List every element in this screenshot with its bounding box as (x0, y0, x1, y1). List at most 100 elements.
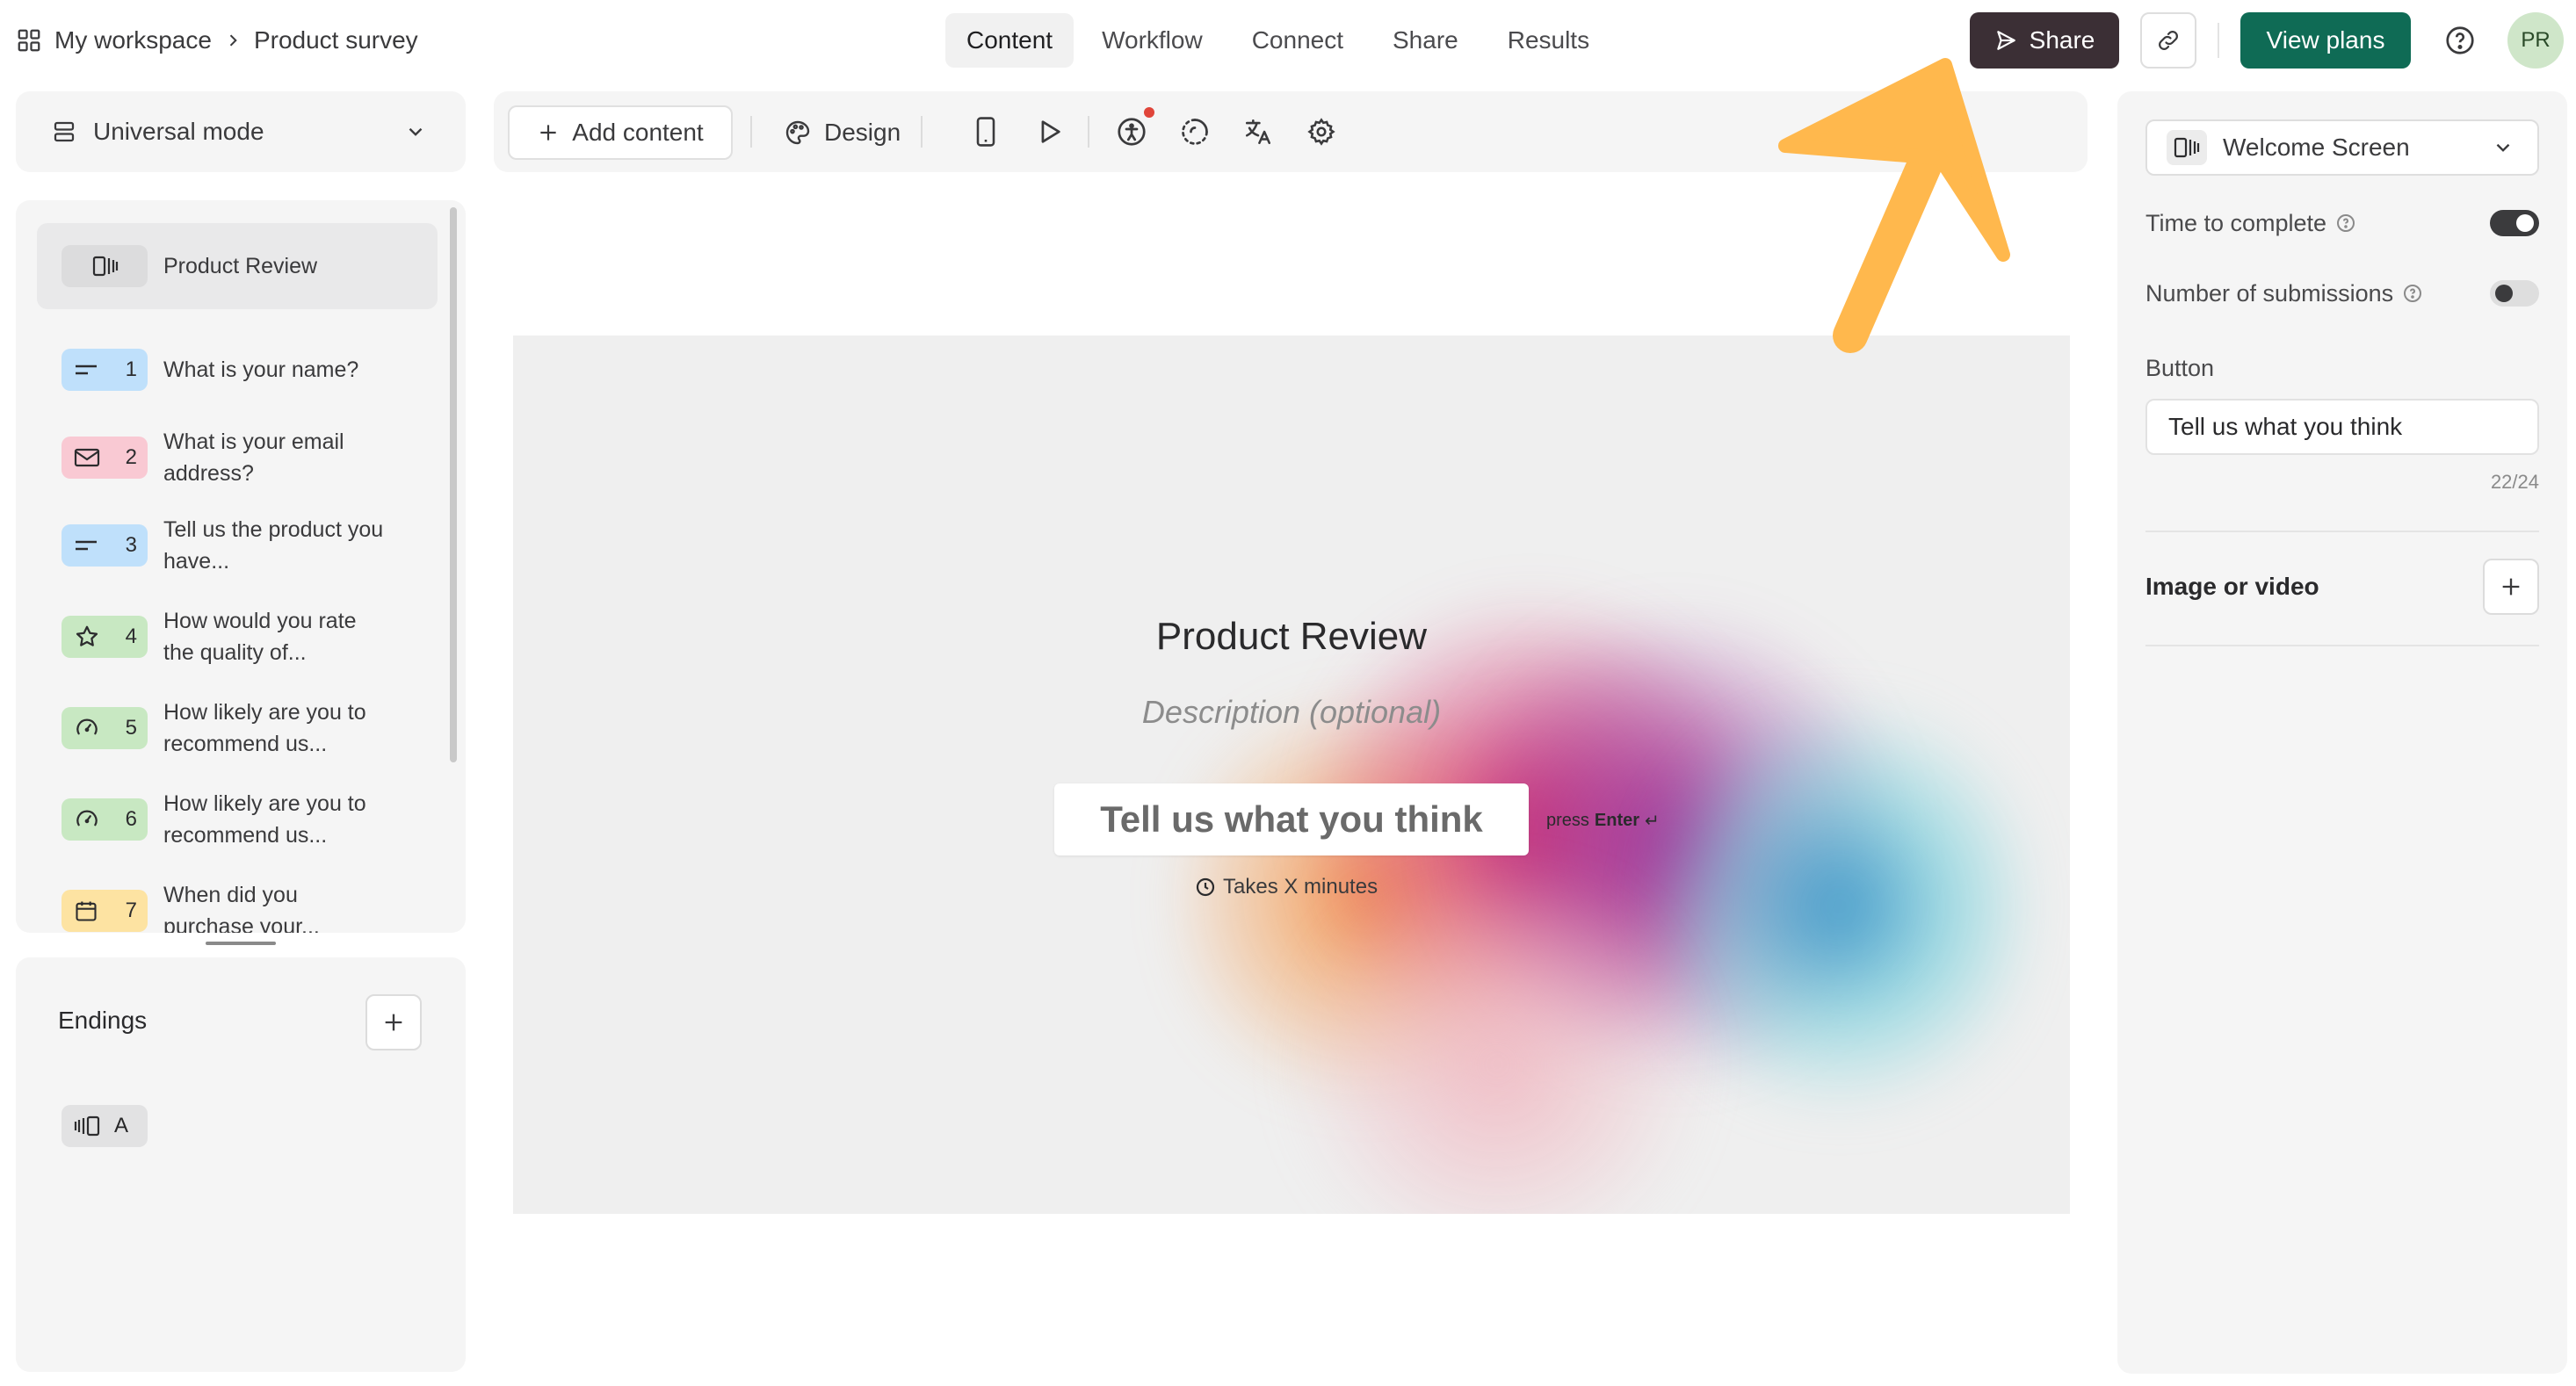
welcome-title[interactable]: Product Review (513, 615, 2070, 659)
tab-workflow[interactable]: Workflow (1081, 13, 1224, 68)
ending-label: A (113, 1114, 128, 1137)
question-badge: 3 (62, 524, 148, 567)
tab-connect[interactable]: Connect (1231, 13, 1364, 68)
question-list: Product Review 1 What is your name? 2 Wh… (16, 200, 466, 933)
add-media-button[interactable] (2483, 559, 2539, 615)
screen-type-label: Welcome Screen (2223, 134, 2410, 161)
form-preview-canvas[interactable]: Product Review Description (optional) Te… (513, 336, 2070, 1214)
tab-content[interactable]: Content (945, 13, 1075, 68)
question-text: When did you purchase your... (163, 883, 320, 933)
apps-grid-icon[interactable] (16, 27, 42, 54)
question-text: Tell us the product you have... (163, 517, 384, 574)
screen-type-select[interactable]: Welcome Screen (2145, 119, 2539, 176)
submissions-toggle[interactable] (2490, 280, 2539, 307)
button-field-label: Button (2145, 355, 2215, 381)
calendar-icon (74, 899, 98, 923)
mode-select[interactable]: Universal mode (16, 91, 466, 172)
top-bar: My workspace Product survey Content Work… (0, 0, 2576, 81)
question-text: How likely are you to recommend us... (163, 791, 366, 848)
translate-icon[interactable] (1241, 114, 1276, 149)
toggle-knob (2516, 214, 2534, 232)
arrow-annotation-icon (1778, 58, 2010, 353)
list-item-q5[interactable]: 5 How likely are you to recommend us... (37, 690, 438, 766)
question-text: What is your email address? (163, 430, 344, 486)
notification-dot (1144, 107, 1154, 118)
question-badge: 5 (62, 707, 148, 749)
help-icon[interactable] (2439, 19, 2481, 61)
scroll-indicator (206, 942, 276, 945)
toolbar-divider (1088, 116, 1089, 148)
welcome-description[interactable]: Description (optional) (513, 694, 2070, 731)
chevron-down-icon (404, 120, 427, 143)
enter-key-label: Enter (1594, 811, 1640, 830)
header-divider (2218, 23, 2219, 58)
enter-icon: ↵ (1645, 812, 1660, 831)
mail-icon (74, 447, 100, 468)
endings-title: Endings (58, 1007, 148, 1034)
press-enter-hint: press Enter ↵ (1546, 810, 1660, 832)
question-badge: 1 (62, 349, 148, 391)
loading-spinner-icon[interactable] (1177, 114, 1212, 149)
layout-rows-icon (51, 119, 77, 145)
list-item-q2[interactable]: 2 What is your email address? (37, 420, 438, 495)
mode-select-label: Universal mode (93, 118, 264, 145)
question-text: What is your name? (163, 357, 359, 382)
clock-icon (1195, 877, 1216, 898)
list-item-welcome[interactable]: Product Review (37, 223, 438, 309)
button-text-input[interactable]: Tell us what you think (2145, 399, 2539, 455)
copy-link-button[interactable] (2140, 12, 2196, 69)
question-list-scrollbar[interactable] (450, 207, 457, 762)
info-icon[interactable] (2402, 283, 2423, 304)
list-item-q4[interactable]: 4 How would you rate the quality of... (37, 599, 438, 675)
start-button[interactable]: Tell us what you think (1054, 783, 1529, 855)
question-number: 2 (125, 445, 137, 469)
submissions-row: Number of submissions (2145, 276, 2539, 311)
user-avatar[interactable]: PR (2507, 12, 2564, 69)
gauge-icon (74, 715, 100, 741)
gauge-icon (74, 806, 100, 833)
question-text: How likely are you to recommend us... (163, 700, 366, 756)
list-item-q7[interactable]: 7 When did you purchase your... (37, 873, 438, 933)
plus-icon (537, 121, 560, 144)
view-plans-button[interactable]: View plans (2240, 12, 2411, 69)
add-content-button[interactable]: Add content (508, 105, 733, 160)
tab-share[interactable]: Share (1371, 13, 1480, 68)
mobile-preview-icon[interactable] (968, 114, 1003, 149)
question-badge: 6 (62, 798, 148, 841)
welcome-screen-icon (2167, 130, 2207, 165)
accessibility-icon[interactable] (1114, 114, 1149, 149)
info-icon[interactable] (2335, 213, 2356, 234)
question-text: How would you rate the quality of... (163, 609, 357, 665)
settings-gear-icon[interactable] (1304, 114, 1339, 149)
list-item-q1[interactable]: 1 What is your name? (37, 332, 438, 408)
endings-panel: Endings A (16, 957, 466, 1372)
design-label: Design (824, 119, 901, 146)
settings-panel: Welcome Screen Time to complete Number o… (2117, 91, 2567, 1374)
time-to-complete-label: Time to complete (2145, 209, 2327, 236)
question-number: 3 (125, 533, 137, 557)
question-badge: 7 (62, 890, 148, 932)
question-badge: 2 (62, 437, 148, 479)
question-number: 4 (125, 624, 137, 648)
image-video-label: Image or video (2145, 573, 2319, 600)
design-button[interactable]: Design (784, 105, 901, 160)
ending-screen-icon (74, 1115, 100, 1137)
add-ending-button[interactable] (365, 994, 422, 1050)
list-item-q6[interactable]: 6 How likely are you to recommend us... (37, 782, 438, 857)
breadcrumb-workspace[interactable]: My workspace (54, 26, 212, 54)
tab-results[interactable]: Results (1487, 13, 1610, 68)
time-to-complete-toggle[interactable] (2490, 210, 2539, 236)
ending-item-a[interactable]: A (62, 1105, 148, 1147)
time-estimate: Takes X minutes (1195, 875, 1378, 899)
breadcrumb: My workspace Product survey (16, 19, 418, 61)
breadcrumb-current[interactable]: Product survey (254, 26, 418, 54)
question-text: Product Review (163, 254, 318, 278)
list-item-q3[interactable]: 3 Tell us the product you have... (37, 508, 438, 583)
star-icon (74, 624, 100, 650)
palette-icon (784, 119, 812, 147)
play-preview-icon[interactable] (1031, 114, 1067, 149)
plus-icon (2499, 574, 2523, 599)
time-estimate-text: Takes X minutes (1223, 875, 1378, 899)
chevron-down-icon (2492, 136, 2514, 159)
question-number: 7 (125, 899, 137, 922)
